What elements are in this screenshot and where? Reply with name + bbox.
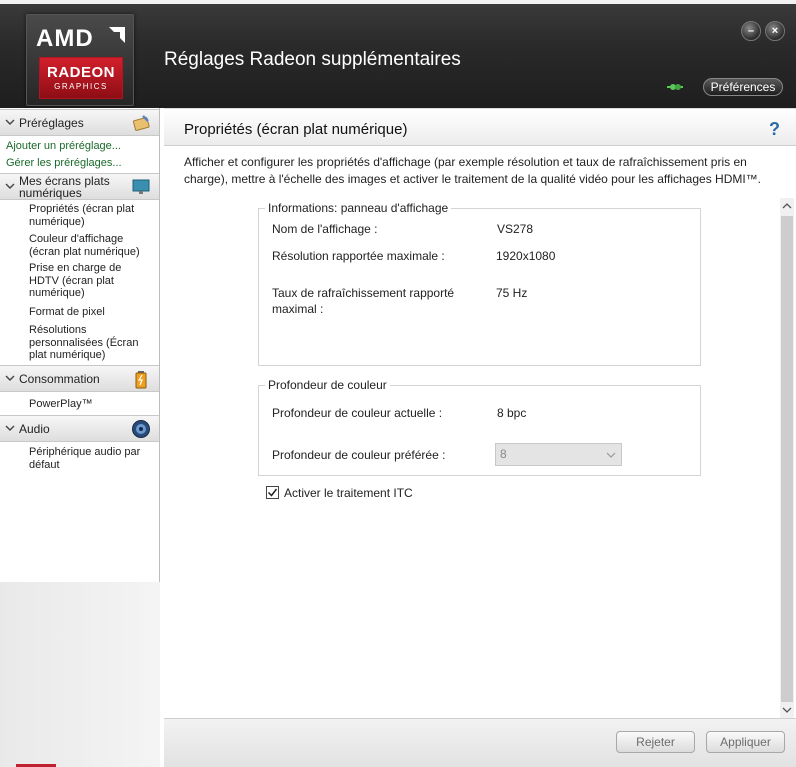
footer-bar: Rejeter Appliquer	[164, 718, 796, 767]
chevron-down-icon	[5, 119, 15, 125]
sidebar-section-presets[interactable]: Préréglages	[0, 109, 159, 136]
scroll-down-icon[interactable]	[782, 706, 792, 714]
preferences-button[interactable]: Préférences	[703, 78, 783, 96]
sidebar-empty-area	[0, 582, 160, 767]
sidebar-section-label: Consommation	[19, 372, 100, 386]
sidebar-section-audio[interactable]: Audio	[0, 415, 159, 442]
battery-icon	[135, 371, 147, 389]
page-header: Propriétés (écran plat numérique) ?	[164, 108, 796, 146]
page-description: Afficher et configurer les propriétés d'…	[184, 155, 762, 186]
sidebar-section-label: Audio	[19, 422, 50, 436]
chevron-down-icon	[5, 183, 15, 189]
display-name-value: VS278	[497, 222, 534, 236]
display-name-label: Nom de l'affichage :	[272, 222, 378, 236]
sidebar-section-displays[interactable]: Mes écrans plats numériques	[0, 173, 159, 200]
minimize-button[interactable]: –	[741, 21, 761, 41]
chevron-down-icon	[606, 452, 616, 458]
logo-amd-text: AMD	[36, 25, 94, 52]
sidebar-section-power[interactable]: Consommation	[0, 365, 159, 392]
max-resolution-label: Résolution rapportée maximale :	[272, 249, 445, 263]
checkmark-icon	[267, 488, 278, 497]
chevron-down-icon	[5, 375, 15, 381]
page-title: Propriétés (écran plat numérique)	[184, 121, 408, 138]
speaker-icon	[132, 420, 150, 438]
color-depth-group: Profondeur de couleur Profondeur de coul…	[258, 378, 701, 476]
sidebar-section-label: Mes écrans plats numériques	[19, 174, 110, 200]
max-refresh-value: 75 Hz	[496, 286, 528, 300]
close-button[interactable]: ×	[765, 21, 785, 41]
radeon-badge: RADEON GRAPHICS	[39, 57, 123, 99]
reject-button[interactable]: Rejeter	[616, 731, 695, 753]
chevron-down-icon	[5, 425, 15, 431]
display-info-group: Informations: panneau d'affichage Nom de…	[258, 201, 701, 366]
logo-graphics-text: GRAPHICS	[54, 82, 108, 91]
group-title: Profondeur de couleur	[265, 378, 390, 392]
sidebar-item-properties[interactable]: Propriétés (écran plat numérique)	[29, 203, 149, 228]
manage-presets-link[interactable]: Gérer les préréglages...	[6, 157, 122, 169]
monitor-icon	[132, 179, 150, 194]
sidebar-item-default-audio[interactable]: Périphérique audio par défaut	[29, 446, 147, 471]
vertical-scrollbar[interactable]	[780, 198, 794, 718]
max-refresh-label: Taux de rafraîchissement rapporté maxima…	[272, 286, 455, 316]
main-panel: Propriétés (écran plat numérique) ? Affi…	[164, 108, 796, 767]
help-icon[interactable]: ?	[769, 119, 780, 140]
logo-radeon-text: RADEON	[46, 64, 115, 81]
itc-checkbox[interactable]	[266, 486, 279, 499]
add-preset-link[interactable]: Ajouter un préréglage...	[6, 140, 121, 152]
scroll-thumb[interactable]	[781, 216, 793, 702]
amd-arrow-icon	[109, 27, 125, 43]
app-header: AMD RADEON GRAPHICS Réglages Radeon supp…	[0, 0, 796, 108]
current-color-depth-value: 8 bpc	[497, 406, 527, 420]
scroll-up-icon[interactable]	[782, 202, 792, 210]
connection-icon	[667, 84, 683, 90]
sidebar-item-custom-resolutions[interactable]: Résolutions personnalisées (Écran plat n…	[29, 324, 144, 362]
itc-label[interactable]: Activer le traitement ITC	[284, 486, 413, 500]
sidebar-item-powerplay[interactable]: PowerPlay™	[29, 398, 149, 411]
sidebar-item-display-color[interactable]: Couleur d'affichage (écran plat numériqu…	[29, 233, 149, 258]
group-title: Informations: panneau d'affichage	[265, 201, 452, 215]
preferred-color-depth-select[interactable]: 8	[495, 443, 622, 466]
sidebar-item-hdtv-support[interactable]: Prise en charge de HDTV (écran plat numé…	[29, 262, 129, 300]
select-value: 8	[500, 447, 507, 461]
sidebar-item-pixel-format[interactable]: Format de pixel	[29, 306, 149, 319]
app-title: Réglages Radeon supplémentaires	[164, 49, 461, 70]
current-color-depth-label: Profondeur de couleur actuelle :	[272, 406, 443, 420]
amd-radeon-logo: AMD RADEON GRAPHICS	[26, 14, 134, 106]
presets-icon	[132, 115, 150, 131]
preferred-color-depth-label: Profondeur de couleur préférée :	[272, 448, 446, 462]
sidebar-section-label: Préréglages	[19, 116, 84, 130]
sidebar: Préréglages Ajouter un préréglage... Gér…	[0, 108, 160, 767]
apply-button[interactable]: Appliquer	[706, 731, 785, 753]
max-resolution-value: 1920x1080	[496, 249, 556, 263]
